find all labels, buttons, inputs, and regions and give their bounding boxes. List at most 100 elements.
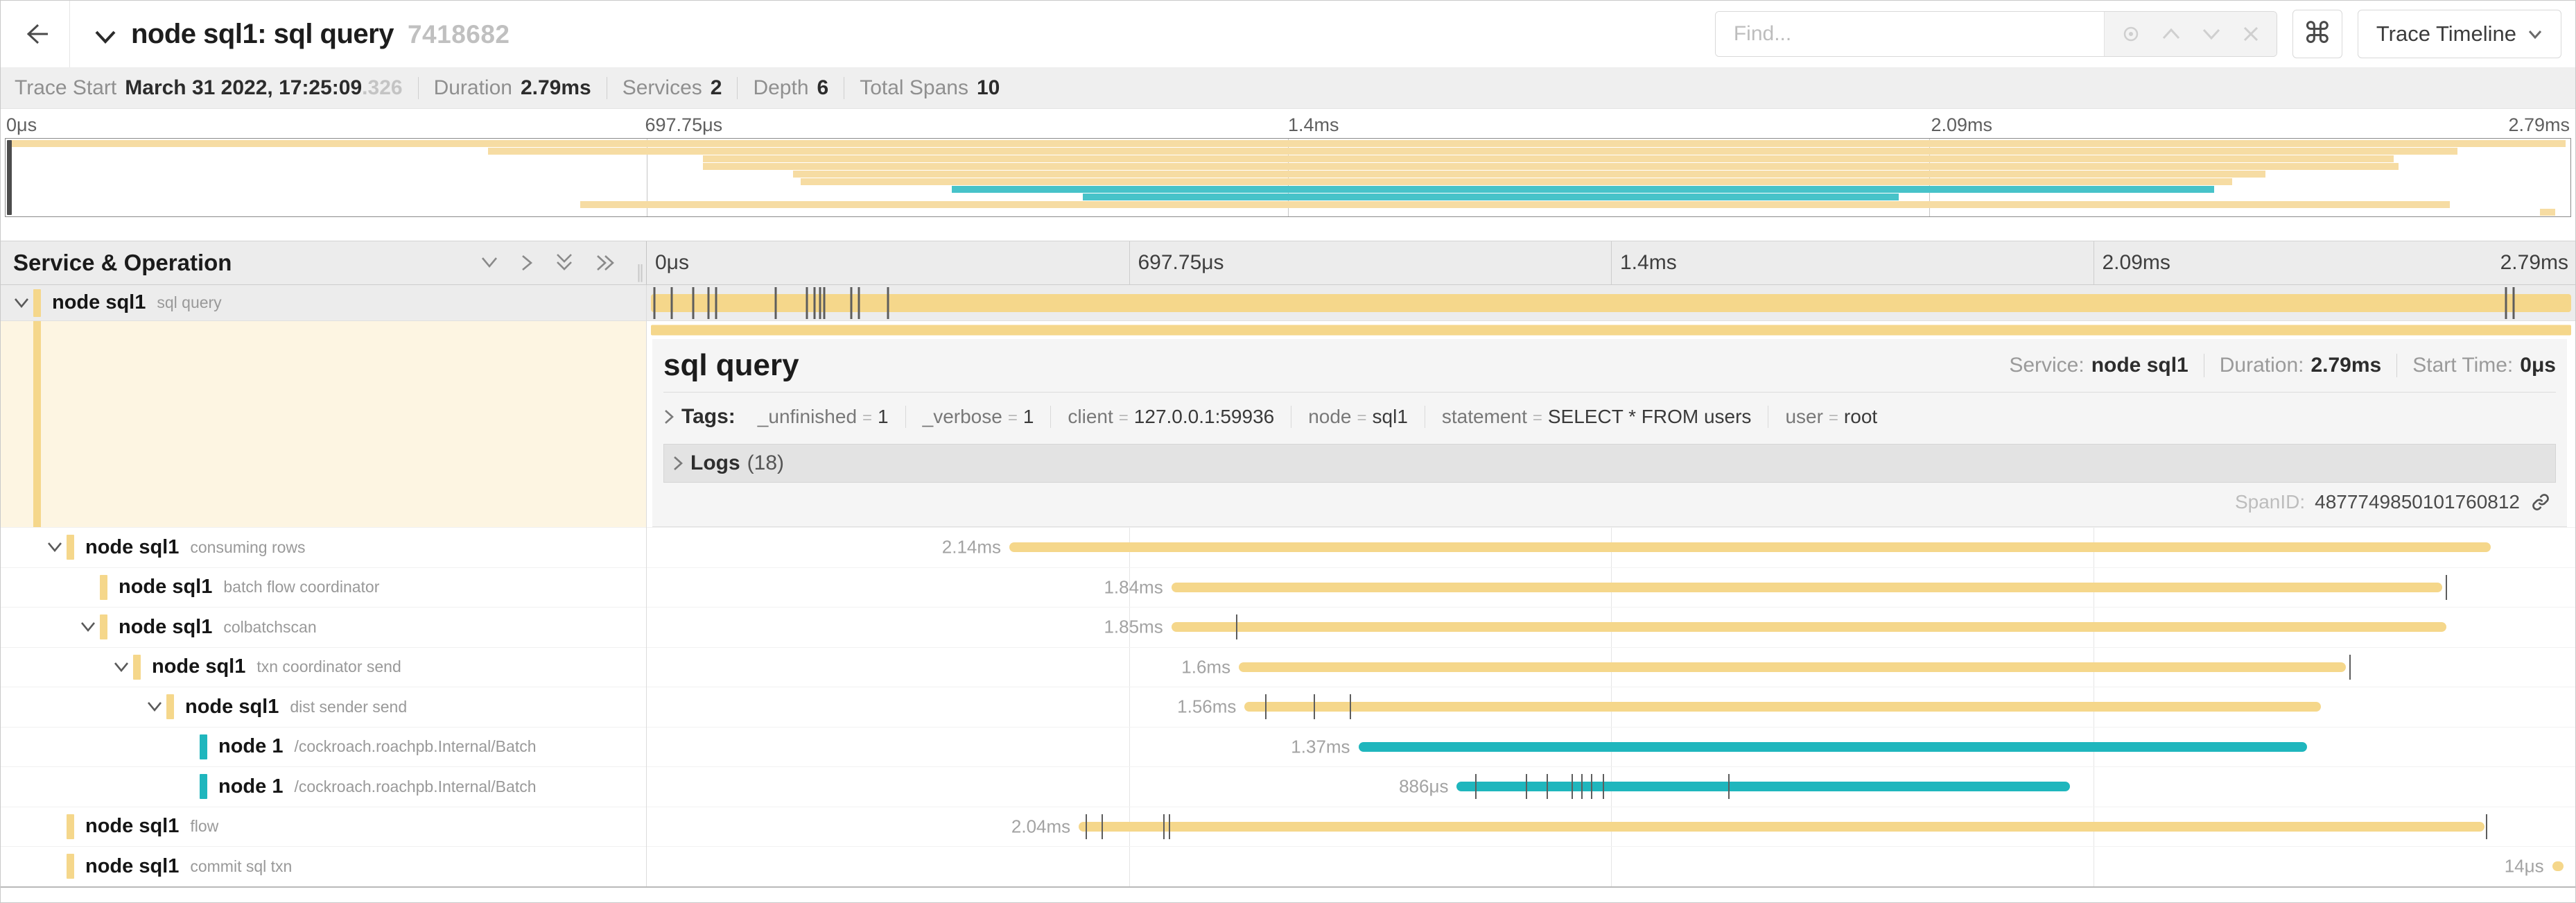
span-color-bar <box>100 575 107 600</box>
span-bar[interactable] <box>1009 542 2491 552</box>
chevron-down-icon[interactable] <box>94 28 117 45</box>
expand-one-icon[interactable] <box>520 253 534 273</box>
minimap-span-row <box>6 148 2570 155</box>
tree-row[interactable]: node sql1colbatchscan <box>1 608 646 648</box>
chevron-down-icon[interactable] <box>46 540 67 554</box>
minimap-canvas[interactable] <box>5 138 2571 217</box>
span-bar[interactable] <box>1172 583 2442 592</box>
chevron-down-icon[interactable] <box>112 660 133 674</box>
tree-row[interactable]: node sql1batch flow coordinator <box>1 568 646 608</box>
selected-span-bar-strip[interactable] <box>647 321 2575 339</box>
span-bar-row[interactable]: 2.04ms <box>647 807 2575 848</box>
span-duration-label: 14μs <box>2505 856 2544 877</box>
span-bar[interactable] <box>1456 782 2070 791</box>
log-tick <box>1526 774 1527 799</box>
minimap-span-row <box>6 163 2570 170</box>
log-tick <box>1475 774 1477 799</box>
chevron-right-icon[interactable] <box>663 409 675 425</box>
span-duration-label: 1.37ms <box>1291 736 1350 757</box>
trace-view-selector[interactable]: Trace Timeline <box>2358 10 2561 58</box>
span-bar-row[interactable]: 1.37ms <box>647 728 2575 768</box>
span-rows-region: node sql1sql query node sql1consuming ro… <box>1 285 2575 902</box>
back-button[interactable] <box>1 1 70 67</box>
minimap-tick-label: 1.4ms <box>1288 114 1339 136</box>
duration-value: 2.79ms <box>2310 354 2381 377</box>
tag-equals: = <box>1829 409 1838 428</box>
caret-down-icon <box>2527 29 2543 40</box>
tree-row[interactable]: node sql1flow <box>1 807 646 848</box>
duration-label: Duration: <box>2220 354 2304 377</box>
operation-name: dist sender send <box>290 698 407 716</box>
tree-row[interactable]: node 1/cockroach.roachpb.Internal/Batch <box>1 767 646 807</box>
tree-row[interactable]: node 1/cockroach.roachpb.Internal/Batch <box>1 728 646 768</box>
span-bar[interactable] <box>2552 861 2564 871</box>
collapse-all-icon[interactable] <box>555 252 574 273</box>
chevron-down-icon[interactable] <box>2202 26 2221 42</box>
minimap-tick-label: 697.75μs <box>645 114 723 136</box>
tree-row[interactable]: node sql1dist sender send <box>1 687 646 728</box>
log-tick <box>806 287 808 319</box>
minimap-span-row <box>6 186 2570 193</box>
minimap-tick-label: 2.79ms <box>2508 114 2570 136</box>
stat-label: Depth <box>753 76 808 100</box>
tree-row[interactable]: node sql1consuming rows <box>1 528 646 568</box>
span-bar[interactable] <box>1239 662 2346 672</box>
logs-row[interactable]: Logs (18) <box>663 444 2556 483</box>
stat-value-suffix: .326 <box>362 76 402 100</box>
timeline-header-row: Service & Operation ∥ 0μs697.75μs1.4ms2.… <box>1 241 2575 285</box>
tree-row[interactable]: node sql1txn coordinator send <box>1 648 646 688</box>
chevron-up-icon[interactable] <box>2161 26 2181 42</box>
minimap-span-bar <box>793 171 2265 178</box>
chevron-right-icon[interactable] <box>672 455 684 472</box>
minimap-span-bar <box>580 201 2450 208</box>
close-icon[interactable] <box>2242 25 2260 43</box>
link-icon[interactable] <box>2530 491 2552 513</box>
tag-item: _verbose=1 <box>905 406 1051 428</box>
locate-icon[interactable] <box>2121 24 2141 44</box>
log-tick <box>2505 287 2507 319</box>
tag-item: user=root <box>1768 406 1894 428</box>
tag-key: client <box>1068 406 1113 428</box>
span-bar-row[interactable]: 1.6ms <box>647 648 2575 688</box>
span-bar-row[interactable]: 2.14ms <box>647 528 2575 568</box>
timeline-tick-label: 1.4ms <box>1611 241 2094 284</box>
trace-id: 7418682 <box>408 20 510 49</box>
tree-row[interactable]: node sql1sql query <box>1 285 646 321</box>
tags-row[interactable]: Tags: _unfinished=1_verbose=1client=127.… <box>663 397 2556 437</box>
span-bar-row[interactable]: 1.56ms <box>647 687 2575 728</box>
tag-equals: = <box>1119 409 1129 428</box>
log-tick <box>715 287 717 319</box>
span-bar-row[interactable] <box>647 285 2575 321</box>
span-bar-row[interactable]: 1.85ms <box>647 608 2575 648</box>
log-tick <box>654 287 656 319</box>
chevron-down-icon[interactable] <box>79 620 100 634</box>
minimap-span-bar <box>952 186 2213 193</box>
span-bar[interactable] <box>1079 822 2484 832</box>
find-input[interactable] <box>1716 12 2104 56</box>
chevron-down-icon[interactable] <box>146 700 166 714</box>
span-color-bar <box>67 535 74 560</box>
service-operation-label: Service & Operation <box>13 250 232 276</box>
span-bar-row[interactable]: 886μs <box>647 767 2575 807</box>
operation-name: sql query <box>157 293 221 312</box>
minimap-drag-handle[interactable] <box>7 140 12 215</box>
span-bar[interactable] <box>1359 742 2308 752</box>
span-bar-row[interactable]: 14μs <box>647 847 2575 887</box>
tree-row[interactable]: node sql1commit sql txn <box>1 847 646 887</box>
keyboard-shortcuts-button[interactable]: ⌘ <box>2292 10 2342 58</box>
column-resize-grip[interactable]: ∥ <box>636 261 643 283</box>
trace-stats-bar: Trace StartMarch 31 2022, 17:25:09.326Du… <box>1 67 2575 109</box>
span-bar[interactable] <box>651 294 2572 312</box>
collapse-one-icon[interactable] <box>480 256 499 270</box>
span-bar-row[interactable]: 1.84ms <box>647 568 2575 608</box>
trace-minimap: 0μs697.75μs1.4ms2.09ms2.79ms <box>1 109 2575 241</box>
expand-all-icon[interactable] <box>595 253 616 273</box>
span-bar[interactable] <box>1172 622 2446 632</box>
trace-title-group: node sql1: sql query 7418682 <box>94 19 510 50</box>
operation-name: /cockroach.roachpb.Internal/Batch <box>294 737 536 756</box>
top-bar: node sql1: sql query 7418682 <box>1 1 2575 67</box>
chevron-down-icon[interactable] <box>12 296 33 310</box>
span-duration-label: 2.14ms <box>942 537 1001 558</box>
tags-list: _unfinished=1_verbose=1client=127.0.0.1:… <box>741 406 1894 428</box>
span-bar[interactable] <box>1244 702 2320 712</box>
